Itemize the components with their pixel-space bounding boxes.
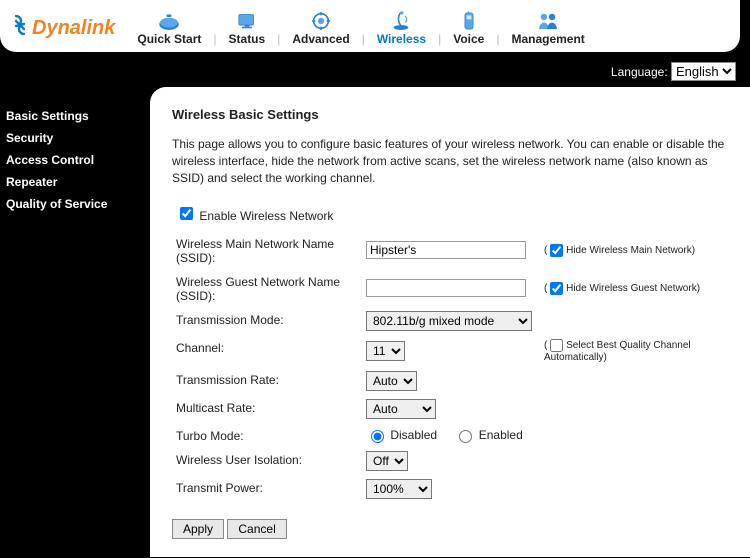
nav-label: Management [511,32,584,46]
tx-rate-label: Transmission Rate: [172,367,362,395]
nav-status[interactable]: Status [225,10,270,46]
turbo-enabled-radio[interactable] [459,430,472,443]
management-icon [534,10,562,32]
tx-rate-select[interactable]: Auto [366,371,417,391]
language-row: Language: English [0,52,750,87]
apply-button[interactable]: Apply [172,519,224,539]
page-description: This page allows you to configure basic … [172,136,736,186]
nav-label: Voice [453,32,484,46]
content-panel: Wireless Basic Settings This page allows… [150,87,750,557]
language-select[interactable]: English [671,62,736,81]
power-label: Transmit Power: [172,475,362,503]
turbo-enabled-label: Enabled [479,428,523,442]
power-select[interactable]: 100% [366,479,432,499]
nav-label: Status [229,32,266,46]
nav-label: Wireless [377,32,426,46]
hide-guest-checkbox[interactable] [550,282,563,295]
brand-name: Dynalink [32,17,115,40]
channel-auto-checkbox[interactable] [550,339,563,352]
sidebar-item-quality-of-service[interactable]: Quality of Service [0,193,150,215]
nav-separator: | [438,32,441,46]
hide-guest-label: Hide Wireless Guest Network [566,283,697,294]
brand-logo: Dynalink [10,15,115,41]
tx-mode-select[interactable]: 802.11b/g mixed mode [366,311,532,331]
multicast-label: Multicast Rate: [172,395,362,423]
channel-auto-label: Select Best Quality Channel Automaticall… [544,341,691,364]
nav-separator: | [362,32,365,46]
isolation-select[interactable]: Off [366,451,408,471]
turbo-disabled-radio[interactable] [371,430,384,443]
nav-advanced[interactable]: Advanced [288,10,353,46]
cancel-button[interactable]: Cancel [227,519,286,539]
nav-label: Advanced [292,32,349,46]
nav-separator: | [277,32,280,46]
page-title: Wireless Basic Settings [172,107,736,122]
sidebar-item-basic-settings[interactable]: Basic Settings [0,105,150,127]
hide-main-checkbox[interactable] [550,244,563,257]
main-ssid-label: Wireless Main Network Name (SSID): [172,231,362,269]
channel-select[interactable]: 11 [366,341,405,361]
nav-wireless[interactable]: Wireless [373,10,430,46]
nav-separator: | [213,32,216,46]
nav-label: Quick Start [137,32,201,46]
wireless-icon [387,10,415,32]
guest-ssid-input[interactable] [366,279,526,297]
language-label: Language: [611,65,668,79]
nav-quick-start[interactable]: Quick Start [133,10,205,46]
sidebar-item-security[interactable]: Security [0,127,150,149]
top-navigation: Dynalink Quick Start | Status | Advanced | Wir… [0,0,740,52]
status-icon [233,10,261,32]
multicast-select[interactable]: Auto [366,399,436,419]
sidebar-item-repeater[interactable]: Repeater [0,171,150,193]
main-ssid-input[interactable] [366,241,526,259]
nav-voice[interactable]: Voice [449,10,488,46]
channel-label: Channel: [172,335,362,367]
sidebar-item-access-control[interactable]: Access Control [0,149,150,171]
voice-icon [455,10,483,32]
advanced-icon [307,10,335,32]
enable-wireless-label: Enable Wireless Network [199,209,333,223]
hide-main-label: Hide Wireless Main Network [566,245,692,256]
nav-separator: | [496,32,499,46]
logo-icon [10,15,30,41]
quick-start-icon [155,10,183,32]
sidebar: Basic SettingsSecurityAccess ControlRepe… [0,87,150,557]
turbo-disabled-label: Disabled [390,428,437,442]
isolation-label: Wireless User Isolation: [172,447,362,475]
nav-management[interactable]: Management [507,10,588,46]
guest-ssid-label: Wireless Guest Network Name (SSID): [172,269,362,307]
turbo-label: Turbo Mode: [172,423,362,447]
nav-items: Quick Start | Status | Advanced | Wireless | Voi… [133,10,588,46]
enable-wireless-checkbox[interactable] [180,207,193,220]
tx-mode-label: Transmission Mode: [172,307,362,335]
